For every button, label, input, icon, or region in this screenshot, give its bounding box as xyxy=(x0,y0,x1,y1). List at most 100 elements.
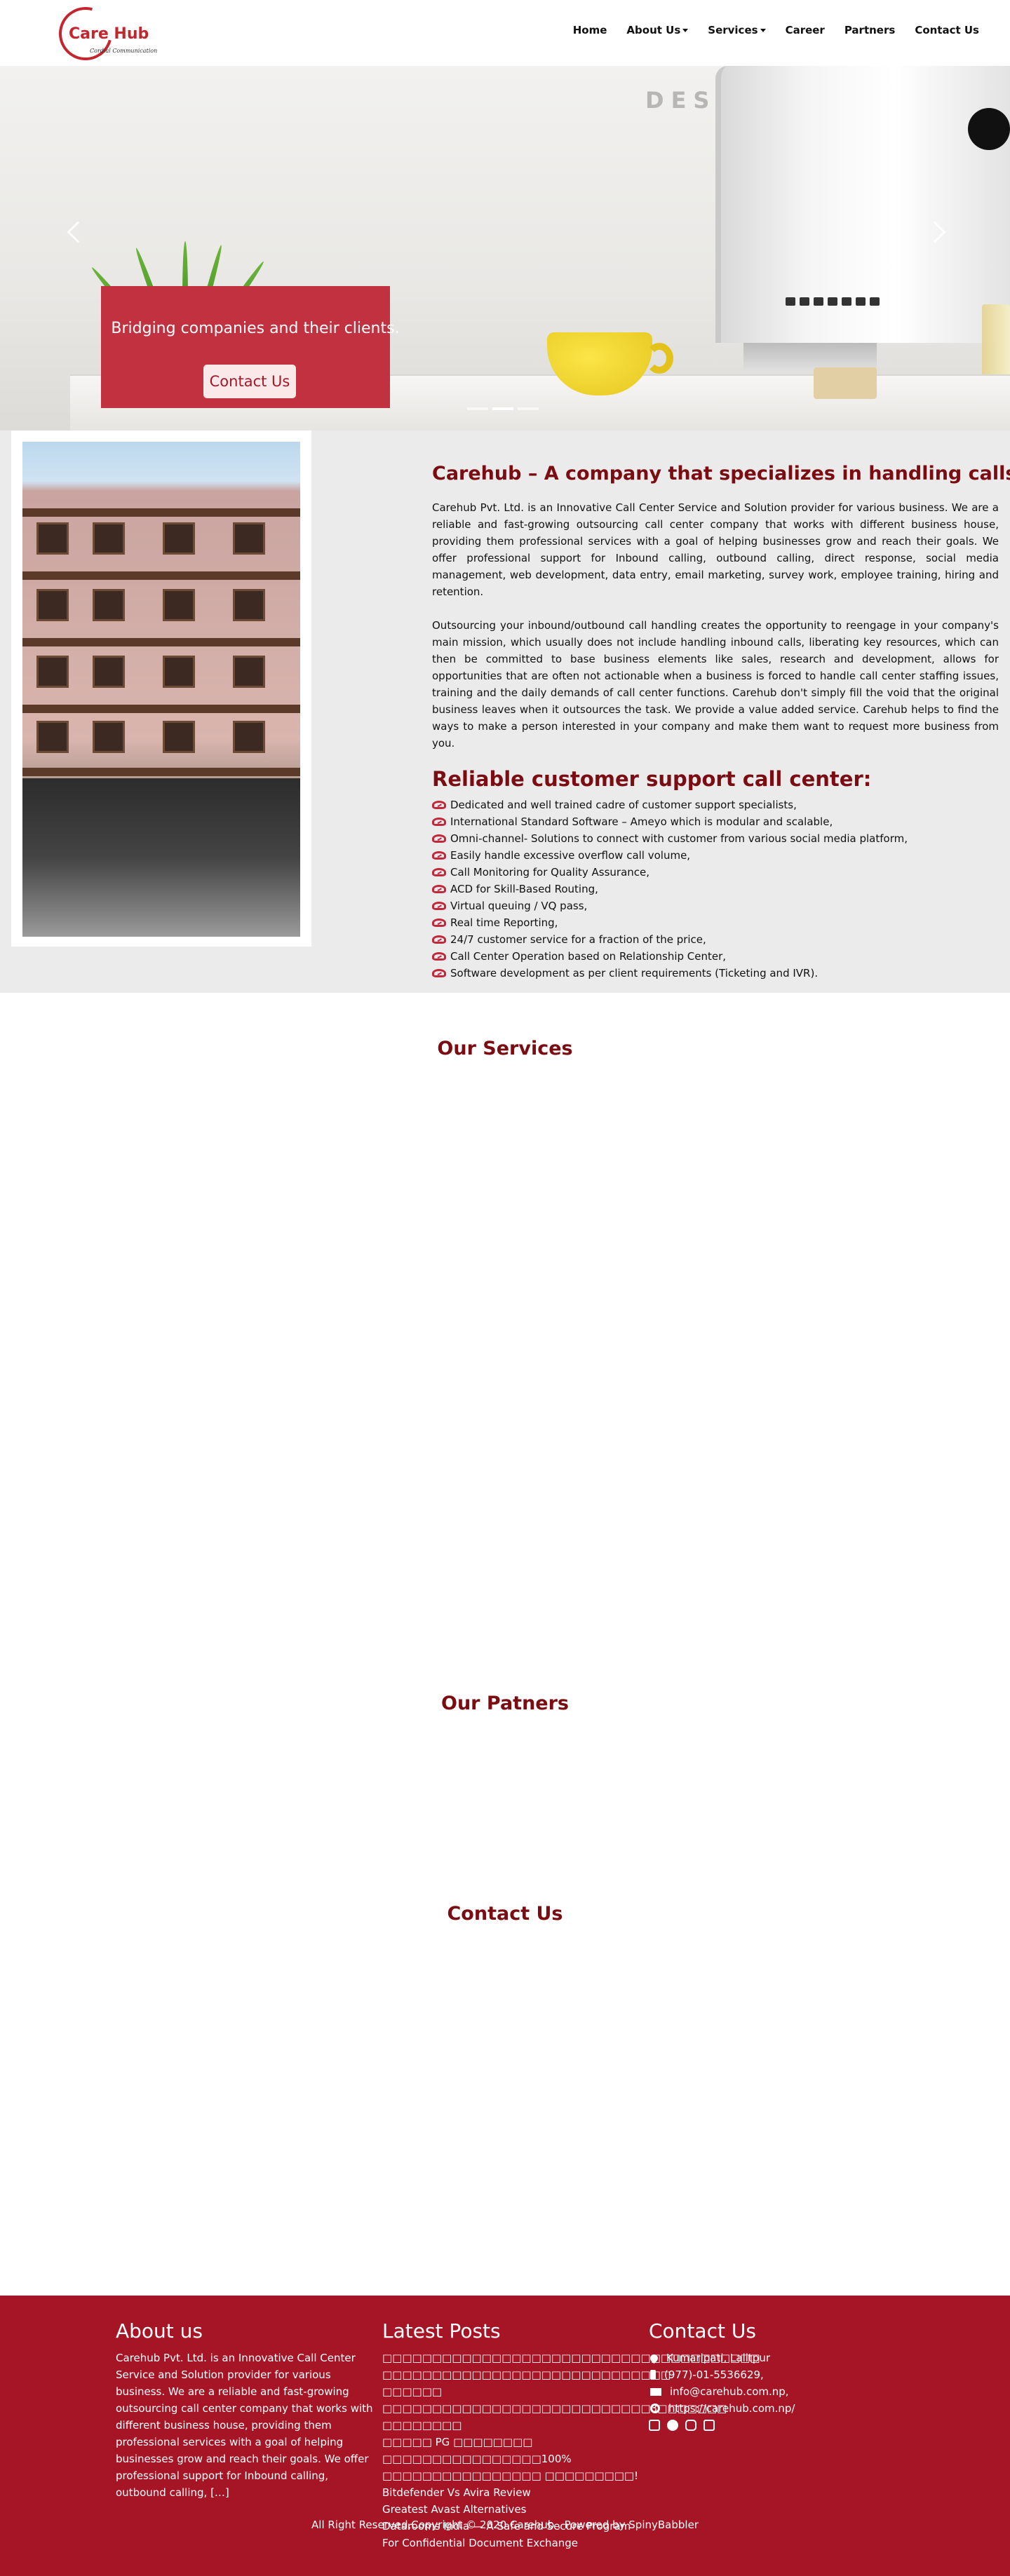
feature-text: Call Monitoring for Quality Assurance, xyxy=(450,866,650,879)
caret-down-icon xyxy=(760,29,766,32)
linkedin-icon[interactable] xyxy=(703,2420,715,2431)
post-link[interactable]: □□□□□□□□□□□□□□□□□□□□□□□□□□□□□ □□□□□□ xyxy=(382,2366,671,2400)
eye-icon xyxy=(432,885,446,893)
contact-address: Kumaripati, Lalitpur xyxy=(648,2350,908,2366)
nav-career[interactable]: Career xyxy=(776,24,835,36)
list-item: 24/7 customer service for a fraction of … xyxy=(432,931,908,948)
email-text: info@carehub.com.np, xyxy=(670,2385,789,2398)
main-nav: Home About Us Services Career Partners C… xyxy=(563,24,989,36)
list-item: International Standard Software – Ameyo … xyxy=(432,813,908,830)
navbar: Care Hub Cordial Communication Home Abou… xyxy=(0,0,1010,70)
footer-about: About us Carehub Pvt. Ltd. is an Innovat… xyxy=(116,2319,375,2501)
footer-posts-title: Latest Posts xyxy=(382,2319,501,2343)
twitter-icon[interactable] xyxy=(667,2420,678,2431)
carehub-logo[interactable]: Care Hub Cordial Communication xyxy=(49,0,157,70)
footer-contact: Contact Us Kumaripati, Lalitpur (977)-01… xyxy=(648,2319,908,2431)
about-title: Carehub – A company that specializes in … xyxy=(432,463,1010,484)
eye-icon xyxy=(432,834,446,843)
feature-text: ACD for Skill-Based Routing, xyxy=(450,883,598,895)
eye-icon xyxy=(432,918,446,927)
nav-about-us-label: About Us xyxy=(626,24,681,36)
nav-home[interactable]: Home xyxy=(563,24,617,36)
carousel-indicator-2[interactable] xyxy=(492,407,513,410)
feature-text: 24/7 customer service for a fraction of … xyxy=(450,933,706,946)
partners-title: Our Patners xyxy=(441,1693,569,1714)
footer-posts: Latest Posts □□□□□□□□□□□□□□□□□□□□□□□□□□□… xyxy=(382,2319,760,2551)
social-links xyxy=(649,2420,908,2431)
nav-services[interactable]: Services xyxy=(698,24,775,36)
post-link[interactable]: □□□□□□□□□□□□□□□□□□□□□□□□□□□3□□□□□□□ □□□□… xyxy=(382,2400,727,2434)
mobile-phone-icon xyxy=(650,2370,656,2380)
eye-icon xyxy=(432,868,446,876)
list-item: ACD for Skill-Based Routing, xyxy=(432,881,908,897)
list-item: Omni-channel- Solutions to connect with … xyxy=(432,830,908,847)
feature-text: Software development as per client requi… xyxy=(450,967,819,979)
nav-partners[interactable]: Partners xyxy=(835,24,905,36)
caret-down-icon xyxy=(682,29,689,32)
post-link[interactable]: □□□□□□□□□□□□□□□□□□□□□□□□□□□□□□□□□□□□□□ xyxy=(382,2350,760,2366)
contact-website[interactable]: https://carehub.com.np/ xyxy=(649,2400,908,2417)
hero-carousel: DES Bridging companies and their clients… xyxy=(0,66,1010,431)
list-item: Real time Reporting, xyxy=(432,914,908,931)
address-text: Kumaripati, Lalitpur xyxy=(666,2352,770,2364)
eye-icon xyxy=(432,851,446,860)
feature-text: Omni-channel- Solutions to connect with … xyxy=(450,832,908,845)
list-item: Virtual queuing / VQ pass, xyxy=(432,897,908,914)
hero-logo-image xyxy=(968,108,1010,150)
hero-monitor-ports xyxy=(786,297,926,306)
about-section: Carehub – A company that specializes in … xyxy=(0,431,1010,993)
nav-home-label: Home xyxy=(572,24,607,36)
about-paragraph-2: Outsourcing your inbound/outbound call h… xyxy=(432,619,999,750)
post-link[interactable]: □□□□□ PG □□□□□□□□ □□□□□□□□□□□□□□□□100% xyxy=(382,2434,642,2467)
copyright: All Right Reserved,Copyright © 2020 Care… xyxy=(311,2519,699,2531)
logo-tagline: Cordial Communication xyxy=(90,48,158,54)
footer: About us Carehub Pvt. Ltd. is an Innovat… xyxy=(0,2296,1010,2576)
list-item: Call Center Operation based on Relations… xyxy=(432,948,908,965)
phone-text: (977)-01-5536629, xyxy=(664,2368,764,2381)
feature-text: Call Center Operation based on Relations… xyxy=(450,950,727,963)
list-item: Easily handle excessive overflow call vo… xyxy=(432,847,908,864)
feature-text: International Standard Software – Ameyo … xyxy=(450,815,833,828)
eye-icon xyxy=(432,818,446,826)
hero-caption: Bridging companies and their clients. xyxy=(111,320,400,337)
contact-title: Contact Us xyxy=(447,1903,563,1925)
list-item: Software development as per client requi… xyxy=(432,965,908,982)
features-list: Dedicated and well trained cadre of cust… xyxy=(432,796,908,982)
hero-wood-block-image xyxy=(814,367,877,399)
footer-contact-title: Contact Us xyxy=(649,2319,756,2343)
building-photo xyxy=(22,442,300,937)
contact-email[interactable]: info@carehub.com.np, xyxy=(649,2383,908,2400)
hero-contact-button[interactable]: Contact Us xyxy=(203,365,296,398)
hero-caption-box: Bridging companies and their clients. Co… xyxy=(101,286,400,408)
carousel-indicator-1[interactable] xyxy=(467,407,488,410)
eye-icon xyxy=(432,969,446,977)
support-title: Reliable customer support call center: xyxy=(432,767,872,791)
feature-text: Dedicated and well trained cadre of cust… xyxy=(450,799,797,811)
facebook-icon[interactable] xyxy=(649,2420,660,2431)
hero-monitor-stand xyxy=(743,343,877,371)
footer-about-title: About us xyxy=(116,2319,203,2343)
services-title: Our Services xyxy=(437,1038,573,1059)
post-link[interactable]: Bitdefender Vs Avira Review xyxy=(382,2484,642,2501)
instagram-icon[interactable] xyxy=(685,2420,696,2431)
nav-contact-us-label: Contact Us xyxy=(915,24,979,36)
post-link[interactable]: Greatest Avast Alternatives xyxy=(382,2501,642,2518)
post-link[interactable]: □□□□□□□□□□□□□□□□ □□□□□□□□□! xyxy=(382,2467,642,2484)
nav-career-label: Career xyxy=(785,24,825,36)
hero-background-text: DES xyxy=(645,87,717,114)
nav-contact-us[interactable]: Contact Us xyxy=(905,24,989,36)
nav-about-us[interactable]: About Us xyxy=(617,24,698,36)
feature-text: Real time Reporting, xyxy=(450,916,558,929)
contact-phone: (977)-01-5536629, xyxy=(649,2366,908,2383)
carousel-indicator-3[interactable] xyxy=(518,407,539,410)
hero-mug-handle xyxy=(645,343,673,374)
carousel-indicators xyxy=(467,407,539,410)
eye-icon xyxy=(432,801,446,809)
about-paragraph-1: Carehub Pvt. Ltd. is an Innovative Call … xyxy=(432,501,999,598)
nav-partners-label: Partners xyxy=(844,24,896,36)
feature-text: Virtual queuing / VQ pass, xyxy=(450,900,588,912)
logo-name: Care Hub xyxy=(69,25,149,43)
list-item: Dedicated and well trained cadre of cust… xyxy=(432,796,908,813)
eye-icon xyxy=(432,952,446,961)
footer-about-text: Carehub Pvt. Ltd. is an Innovative Call … xyxy=(116,2352,373,2499)
